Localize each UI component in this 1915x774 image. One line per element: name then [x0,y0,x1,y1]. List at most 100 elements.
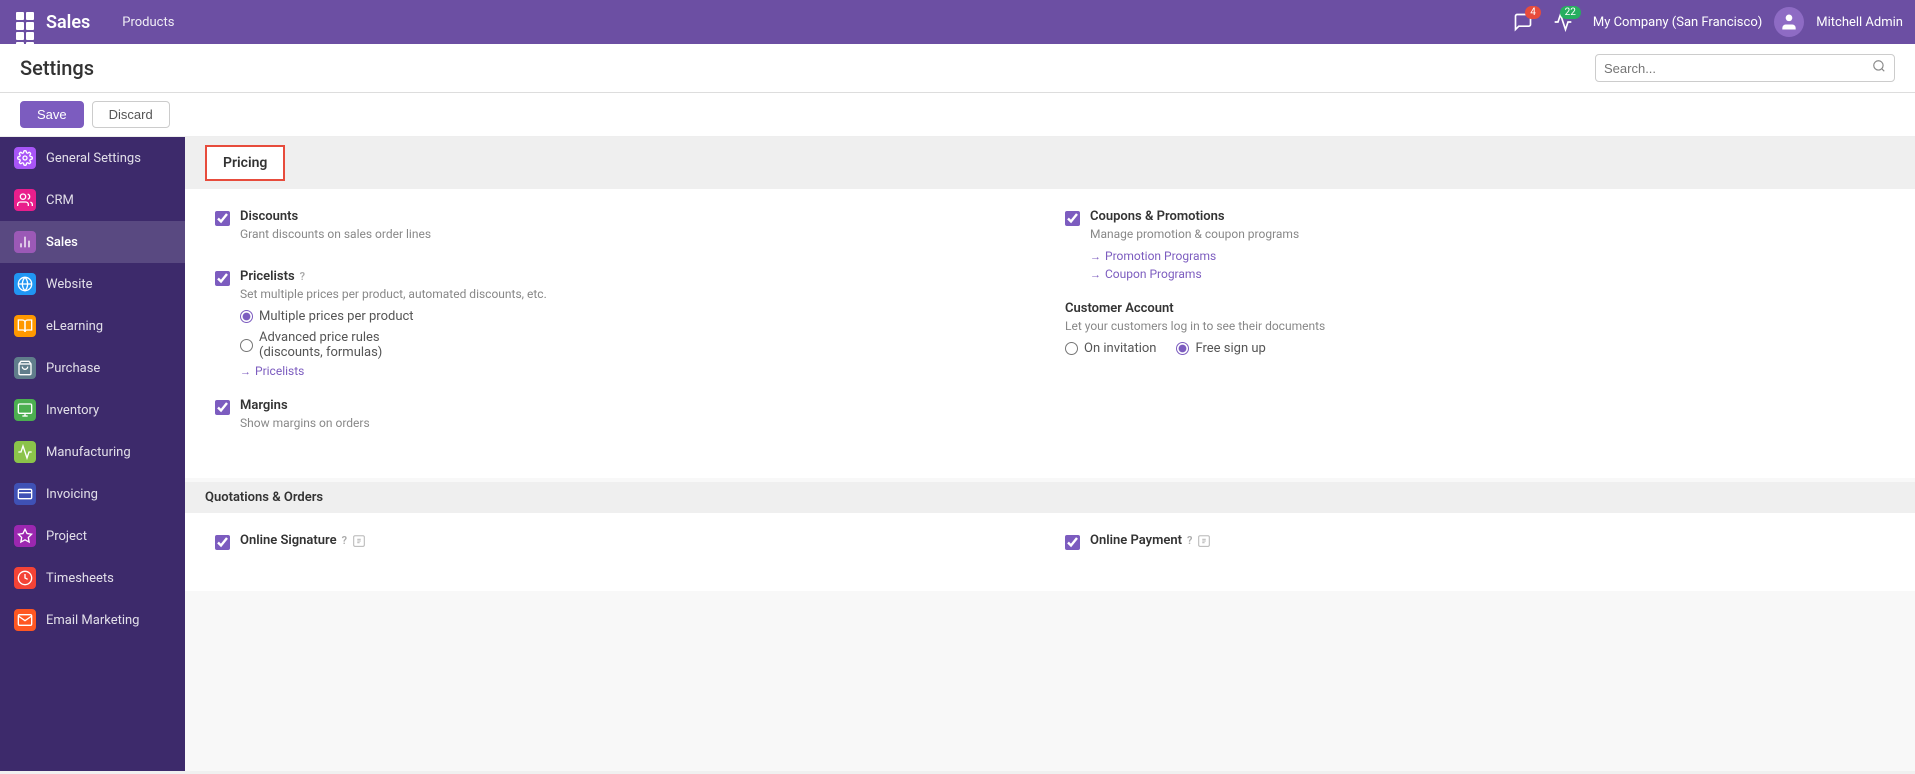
company-name[interactable]: My Company (San Francisco) [1593,15,1762,30]
activity-icon-btn[interactable]: 22 [1553,12,1573,32]
sidebar-label-sales: Sales [46,235,78,250]
discounts-content: Discounts Grant discounts on sales order… [240,209,431,249]
pricing-title-text: Pricing [223,155,267,171]
free-signup-option[interactable]: Free sign up [1176,341,1265,356]
pricing-content: Discounts Grant discounts on sales order… [185,189,1915,478]
coupons-content: Coupons & Promotions Manage promotion & … [1090,209,1299,281]
pricelists-multiple-radio[interactable] [240,310,253,323]
sidebar-item-general-settings[interactable]: General Settings [0,137,185,179]
search-bar [1595,54,1895,82]
sidebar-label-crm: CRM [46,193,74,208]
pricelists-radio-group: Multiple prices per product Advanced pri… [240,309,547,360]
sidebar-item-crm[interactable]: CRM [0,179,185,221]
chat-icon-btn[interactable]: 4 [1513,12,1533,32]
pricelists-link-text: Pricelists [255,364,304,378]
sidebar-icon-manufacturing [14,441,36,463]
sidebar-label-manufacturing: Manufacturing [46,445,131,460]
sidebar-icon-invoicing [14,483,36,505]
page-title: Settings [20,56,94,80]
user-name[interactable]: Mitchell Admin [1816,15,1903,30]
discounts-setting: Discounts Grant discounts on sales order… [215,209,1035,249]
sidebar: General Settings CRM Sales Website eLear… [0,137,185,771]
coupons-desc: Manage promotion & coupon programs [1090,227,1299,241]
coupon-link[interactable]: → Coupon Programs [1090,267,1299,281]
sidebar-item-elearning[interactable]: eLearning [0,305,185,347]
pricing-left: Discounts Grant discounts on sales order… [215,209,1035,458]
sidebar-item-project[interactable]: Project [0,515,185,557]
sidebar-item-purchase[interactable]: Purchase [0,347,185,389]
pricelists-help-icon[interactable]: ? [300,270,305,283]
sidebar-icon-project [14,525,36,547]
discounts-checkbox[interactable] [215,211,230,226]
sidebar-item-inventory[interactable]: Inventory [0,389,185,431]
margins-content: Margins Show margins on orders [240,398,370,438]
nav-item-products[interactable]: Products [110,0,212,44]
invitation-option[interactable]: On invitation [1065,341,1156,356]
pricelists-advanced-label: Advanced price rules(discounts, formulas… [259,330,382,360]
sidebar-item-manufacturing[interactable]: Manufacturing [0,431,185,473]
sidebar-icon-website [14,273,36,295]
sidebar-item-website[interactable]: Website [0,263,185,305]
sidebar-item-invoicing[interactable]: Invoicing [0,473,185,515]
search-input[interactable] [1604,61,1872,76]
top-nav: Sales OrdersTo InvoiceProductsReportingC… [0,0,1915,44]
sidebar-item-sales[interactable]: Sales [0,221,185,263]
nav-item-reporting[interactable]: Reporting [110,44,212,88]
online-signature-content: Online Signature ? [240,533,366,551]
online-signature-help-icon[interactable]: ? [342,534,347,547]
online-payment-label: Online Payment ? [1090,533,1211,548]
invitation-radio[interactable] [1065,342,1078,355]
pricelists-multiple-option[interactable]: Multiple prices per product [240,309,547,324]
content-area: Pricing Discounts Grant discounts on sal… [185,137,1915,771]
pricing-title: Pricing [205,145,285,181]
pricelists-link[interactable]: → Pricelists [240,364,547,378]
sidebar-label-elearning: eLearning [46,319,103,334]
customer-account-setting: Customer Account Let your customers log … [1065,301,1885,356]
online-payment-setting: Online Payment ? [1065,533,1885,551]
search-icon[interactable] [1872,59,1886,77]
sidebar-label-project: Project [46,529,87,544]
coupons-checkbox[interactable] [1065,211,1080,226]
nav-right: 4 22 My Company (San Francisco) Mitchell… [1513,7,1903,37]
apps-menu-icon[interactable] [12,8,40,36]
pricing-right: Coupons & Promotions Manage promotion & … [1065,209,1885,458]
online-payment-help-icon[interactable]: ? [1187,534,1192,547]
quotations-section-header: Quotations & Orders [185,482,1915,513]
user-avatar[interactable] [1774,7,1804,37]
discounts-desc: Grant discounts on sales order lines [240,227,431,241]
save-button[interactable]: Save [20,101,84,128]
pricelists-advanced-radio[interactable] [240,339,253,352]
margins-checkbox[interactable] [215,400,230,415]
sidebar-label-email-marketing: Email Marketing [46,613,139,628]
sidebar-icon-email-marketing [14,609,36,631]
free-signup-radio[interactable] [1176,342,1189,355]
customer-account-label: Customer Account [1065,301,1325,316]
discounts-label: Discounts [240,209,431,224]
sidebar-icon-purchase [14,357,36,379]
app-brand[interactable]: Sales [46,12,90,33]
sidebar-item-timesheets[interactable]: Timesheets [0,557,185,599]
margins-setting: Margins Show margins on orders [215,398,1035,438]
customer-account-content: Customer Account Let your customers log … [1065,301,1325,356]
promotion-link[interactable]: → Promotion Programs [1090,249,1299,263]
quotations-content: Online Signature ? [185,513,1915,591]
online-payment-checkbox[interactable] [1065,535,1080,550]
pricing-section-header: Pricing [185,137,1915,189]
margins-label: Margins [240,398,370,413]
customer-account-radio-group: On invitation Free sign up [1065,341,1325,356]
discard-button[interactable]: Discard [92,101,170,128]
online-signature-checkbox[interactable] [215,535,230,550]
free-signup-label: Free sign up [1195,341,1265,356]
pricelists-checkbox[interactable] [215,271,230,286]
sidebar-icon-inventory [14,399,36,421]
sidebar-label-purchase: Purchase [46,361,100,376]
chat-badge: 4 [1525,6,1541,19]
pricelists-multiple-label: Multiple prices per product [259,309,414,324]
online-payment-info-icon [1197,534,1211,548]
sidebar-item-email-marketing[interactable]: Email Marketing [0,599,185,641]
pricing-grid: Discounts Grant discounts on sales order… [215,209,1885,458]
sidebar-label-general-settings: General Settings [46,151,141,166]
sidebar-icon-elearning [14,315,36,337]
pricelists-advanced-option[interactable]: Advanced price rules(discounts, formulas… [240,330,547,360]
sidebar-icon-crm [14,189,36,211]
